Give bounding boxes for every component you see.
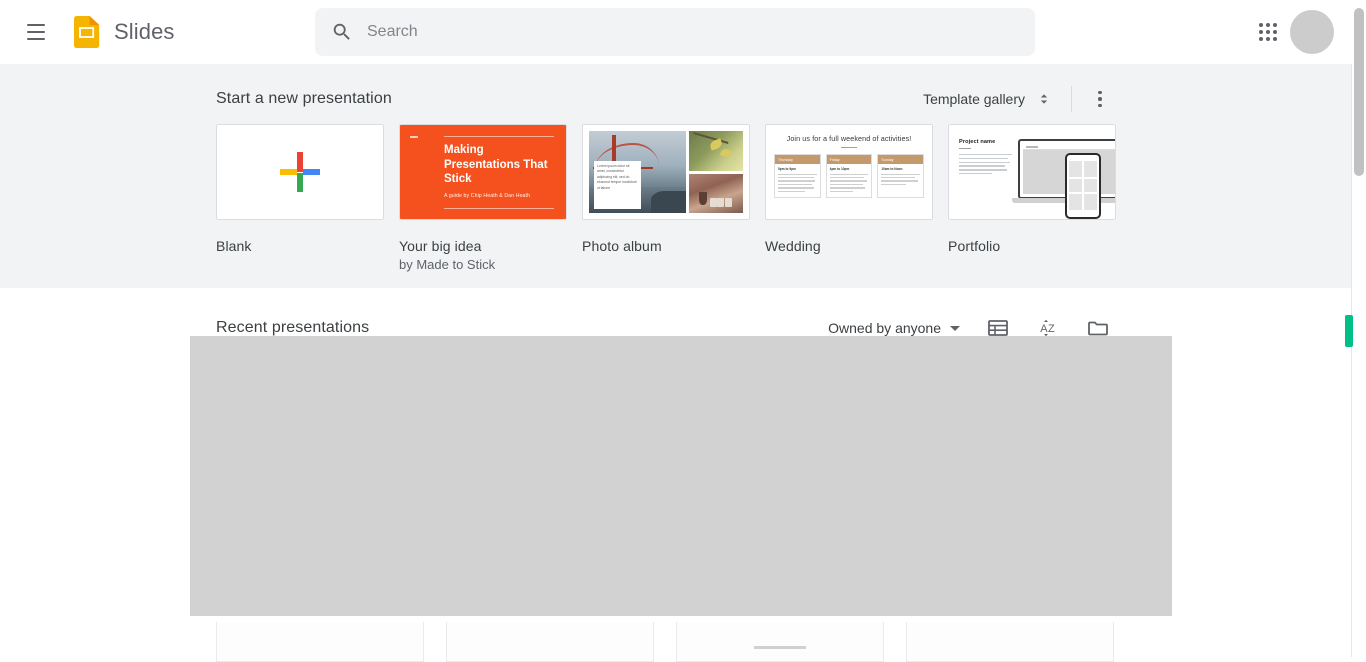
presentation-card[interactable]	[216, 622, 424, 662]
presentation-card[interactable]	[446, 622, 654, 662]
presentation-card[interactable]	[906, 622, 1114, 662]
blank-plus-thumbnail[interactable]	[216, 124, 384, 220]
decor-dash	[410, 136, 418, 138]
svg-text:Z: Z	[1048, 323, 1055, 335]
section-title-recent: Recent presentations	[216, 319, 369, 337]
template-cards-row: Blank Making Presentations That Stick A …	[216, 124, 1131, 272]
wedding-heading: Join us for a full weekend of activities…	[774, 134, 924, 143]
search-bar[interactable]	[315, 8, 1035, 56]
template-label: Portfolio	[948, 238, 1116, 254]
svg-text:A: A	[1040, 323, 1048, 335]
google-plus-icon	[280, 152, 320, 192]
presentation-card-row	[216, 622, 1136, 662]
template-label: Photo album	[582, 238, 750, 254]
template-card-your-big-idea[interactable]: Making Presentations That Stick A guide …	[399, 124, 567, 272]
decor-rule-top	[444, 136, 554, 137]
recent-presentations-section: Recent presentations Owned by anyone	[0, 288, 1352, 657]
wedding-column: Sunday 10am to Noon	[877, 154, 924, 198]
slide-title: Making Presentations That Stick	[444, 143, 554, 187]
presentation-card[interactable]	[676, 622, 884, 662]
template-card-blank[interactable]: Blank	[216, 124, 384, 272]
caret-down-icon	[950, 326, 960, 331]
photo-album-thumbnail[interactable]: Lorem ipsum dolor sit amet, consectetur …	[582, 124, 750, 220]
avatar[interactable]	[1290, 10, 1334, 54]
wedding-time: 4pm to 10pm	[830, 167, 869, 171]
toolbar-divider	[1071, 86, 1072, 112]
templates-header-row: Start a new presentation Template galler…	[216, 83, 1116, 115]
owner-filter-label: Owned by anyone	[828, 320, 941, 336]
photo-caption: Lorem ipsum dolor sit amet, consectetur …	[594, 161, 641, 209]
template-card-portfolio[interactable]: Project name	[948, 124, 1116, 272]
teal-position-marker	[1345, 315, 1353, 347]
photo-leaves-image	[689, 131, 743, 171]
brand-name: Slides	[114, 19, 175, 45]
template-card-photo-album[interactable]: Lorem ipsum dolor sit amet, consectetur …	[582, 124, 750, 272]
start-new-presentation-section: Start a new presentation Template galler…	[0, 64, 1352, 288]
wedding-column: Thursday 5pm to 9pm	[774, 154, 821, 198]
template-gallery-button[interactable]: Template gallery	[915, 86, 1057, 112]
presentation-grid-loading	[190, 336, 1172, 616]
google-slides-logo-icon	[74, 16, 100, 48]
vertical-scrollbar[interactable]	[1352, 0, 1366, 657]
wedding-day: Thursday	[775, 155, 820, 164]
search-icon	[331, 21, 353, 43]
wedding-thumbnail[interactable]: Join us for a full weekend of activities…	[765, 124, 933, 220]
wedding-time: 5pm to 9pm	[778, 167, 817, 171]
your-big-idea-thumbnail[interactable]: Making Presentations That Stick A guide …	[399, 124, 567, 220]
phone-mockup	[1065, 153, 1101, 219]
wedding-day: Sunday	[878, 155, 923, 164]
wedding-time: 10am to Noon	[881, 167, 920, 171]
wedding-day: Friday	[827, 155, 872, 164]
decor-rule-bottom	[444, 208, 554, 209]
template-label: Wedding	[765, 238, 933, 254]
templates-controls: Template gallery	[915, 83, 1116, 115]
slide-subtitle: A guide by Chip Heath & Dan Heath	[444, 193, 554, 199]
scrollbar-thumb[interactable]	[1354, 8, 1364, 176]
wedding-column: Friday 4pm to 10pm	[826, 154, 873, 198]
template-sublabel: by Made to Stick	[399, 257, 567, 272]
more-vert-icon[interactable]	[1084, 83, 1116, 115]
apps-grid-icon[interactable]	[1248, 12, 1288, 52]
portfolio-thumbnail[interactable]: Project name	[948, 124, 1116, 220]
template-gallery-label: Template gallery	[923, 91, 1025, 107]
decor-underline	[841, 147, 857, 148]
photo-bridge-image: Lorem ipsum dolor sit amet, consectetur …	[589, 131, 686, 213]
app-header: Slides	[0, 0, 1352, 64]
search-input[interactable]	[367, 12, 987, 52]
hamburger-menu-icon[interactable]	[12, 8, 60, 56]
chevron-up-down-icon	[1035, 90, 1053, 108]
brand-home-link[interactable]: Slides	[74, 16, 175, 48]
photo-table-image	[689, 174, 743, 214]
template-card-wedding[interactable]: Join us for a full weekend of activities…	[765, 124, 933, 272]
section-title-start-new: Start a new presentation	[216, 90, 392, 108]
template-label: Your big idea	[399, 238, 567, 254]
portfolio-title: Project name	[959, 139, 1012, 145]
template-label: Blank	[216, 238, 384, 254]
